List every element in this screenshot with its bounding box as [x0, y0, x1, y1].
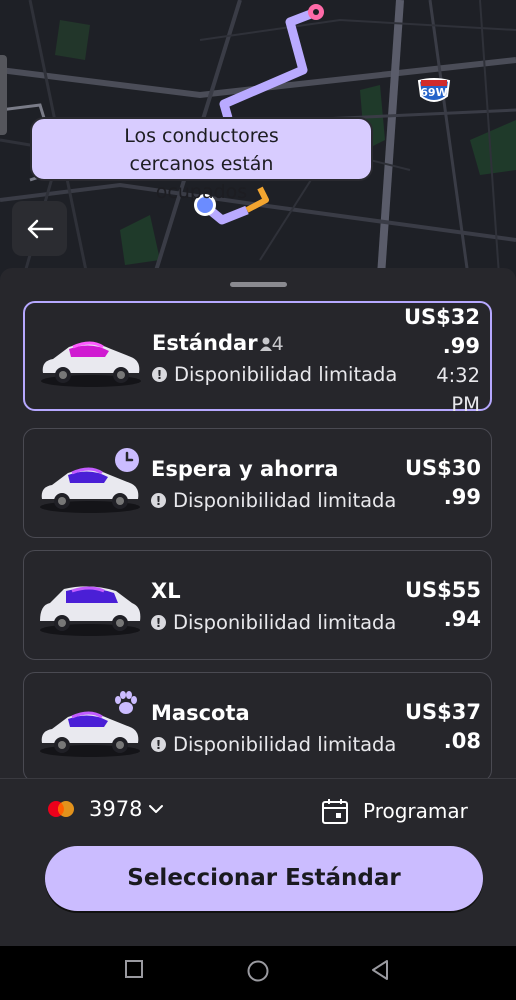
price-cents: .94 [443, 607, 481, 631]
ride-option-xl[interactable]: XL ! Disponibilidad limitada US$55 .94 [23, 550, 492, 660]
drivers-busy-text: Los conductores cercanos están ocupados [124, 125, 279, 203]
schedule-label: Programar [363, 799, 468, 823]
footer-divider [0, 778, 516, 779]
price-cents: .99 [442, 334, 480, 358]
alert-icon: ! [151, 493, 166, 508]
side-drawer-handle[interactable] [0, 55, 7, 135]
schedule-button[interactable]: Programar [321, 797, 468, 825]
clock-icon [115, 448, 139, 472]
availability-text: Disponibilidad limitada [173, 489, 397, 512]
calendar-icon [322, 799, 348, 824]
back-button[interactable] [12, 201, 67, 256]
back-triangle-icon[interactable] [369, 959, 391, 981]
ride-name: Mascota [151, 701, 250, 725]
availability-text: Disponibilidad limitada [174, 363, 398, 386]
suv-icon [40, 586, 141, 636]
availability-text: Disponibilidad limitada [173, 733, 397, 756]
highway-shield: 69W [416, 78, 452, 106]
eta-time: 4:32 PM [436, 361, 480, 419]
price-main: US$30 [404, 456, 481, 480]
price: US$55 .94 [405, 576, 481, 634]
ride-option-wait-and-save[interactable]: Espera y ahorra ! Disponibilidad limitada… [23, 428, 492, 538]
mastercard-icon [48, 801, 74, 817]
payment-method-selector[interactable]: 3978 [46, 797, 164, 821]
home-circle-icon[interactable] [246, 959, 270, 983]
system-nav-bar [0, 946, 516, 1000]
paw-icon [115, 691, 137, 714]
price: US$30 .99 [405, 454, 481, 512]
ride-name: Espera y ahorra [151, 457, 339, 481]
passenger-count: 4 [259, 333, 284, 355]
ride-name: Estándar 4 [152, 331, 284, 355]
ride-option-pet[interactable]: Mascota ! Disponibilidad limitada US$37 .… [23, 672, 492, 782]
ride-name: XL [151, 579, 181, 603]
availability-text: Disponibilidad limitada [173, 611, 397, 634]
drivers-busy-banner: Los conductores cercanos están ocupados [30, 117, 373, 203]
ride-name-text: Estándar [152, 331, 258, 355]
price-cents: .99 [443, 485, 481, 509]
person-icon [259, 337, 272, 351]
availability-row: ! Disponibilidad limitada [152, 363, 397, 386]
sheet-drag-handle[interactable] [230, 282, 287, 287]
eta-time-period: PM [451, 393, 480, 416]
eta-time-hour: 4:32 [436, 364, 480, 387]
price: US$32 .99 [404, 303, 480, 361]
highway-shield-label: 69W [420, 86, 448, 99]
price-main: US$37 [404, 700, 481, 724]
passenger-count-value: 4 [271, 333, 284, 355]
alert-icon: ! [152, 367, 167, 382]
arrow-left-icon [27, 219, 53, 238]
price: US$37 .08 [405, 698, 481, 756]
car-icon [41, 341, 141, 387]
alert-icon: ! [151, 615, 166, 630]
recents-square-icon[interactable] [124, 959, 146, 981]
select-ride-button[interactable]: Seleccionar Estándar [45, 846, 483, 911]
price-main: US$32 [403, 305, 480, 329]
ride-option-standard[interactable]: Estándar 4 ! Disponibilidad limitada US$32… [23, 301, 492, 416]
availability-row: ! Disponibilidad limitada [151, 489, 396, 512]
price-cents: .08 [443, 729, 481, 753]
alert-icon: ! [151, 737, 166, 752]
availability-row: ! Disponibilidad limitada [151, 611, 396, 634]
card-last4: 3978 [89, 797, 143, 821]
price-main: US$55 [404, 578, 481, 602]
chevron-down-icon [149, 805, 164, 813]
availability-row: ! Disponibilidad limitada [151, 733, 396, 756]
